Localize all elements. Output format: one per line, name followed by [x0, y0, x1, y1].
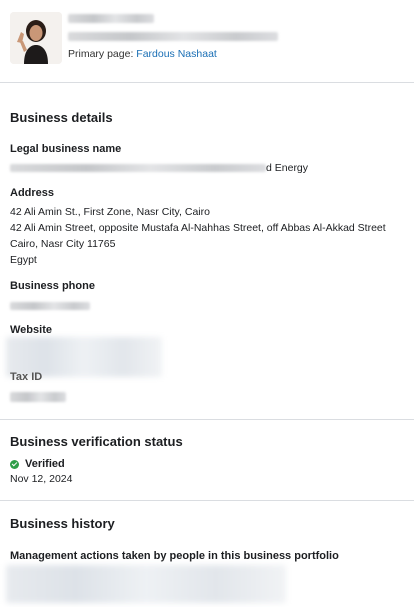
verification-heading: Business verification status	[10, 434, 183, 449]
redacted-tax-id	[10, 392, 66, 402]
legal-name-tail: d Energy	[266, 162, 309, 174]
history-heading: Business history	[10, 516, 115, 531]
address-line-3: Cairo, Nasr City 11765	[10, 238, 116, 250]
business-phone-label: Business phone	[10, 280, 95, 292]
business-details-heading: Business details	[10, 110, 113, 125]
address-line-2: 42 Ali Amin Street, opposite Mustafa Al-…	[10, 222, 386, 234]
website-label: Website	[10, 324, 52, 336]
avatar	[10, 12, 62, 64]
divider	[0, 82, 414, 83]
tax-id-label: Tax ID	[10, 371, 43, 383]
redacted-history-list	[6, 565, 286, 603]
redacted-phone	[10, 302, 90, 310]
address-line-4: Egypt	[10, 254, 37, 266]
redacted-business-name	[68, 14, 154, 23]
verification-date: Nov 12, 2024	[10, 473, 73, 485]
primary-page-link[interactable]: Fardous Nashaat	[136, 48, 217, 60]
divider	[0, 500, 414, 501]
verification-status-text: Verified	[25, 458, 65, 470]
address-label: Address	[10, 187, 55, 199]
history-subheading: Management actions taken by people in th…	[10, 550, 339, 562]
address-line-1: 42 Ali Amin St., First Zone, Nasr City, …	[10, 206, 210, 218]
primary-page-label: Primary page:	[68, 48, 134, 60]
redacted-business-id	[68, 32, 278, 41]
verification-status: Verified	[10, 458, 65, 470]
divider	[0, 419, 414, 420]
check-circle-icon	[10, 459, 19, 469]
legal-name-label: Legal business name	[10, 143, 122, 155]
business-header: Primary page: Fardous Nashaat	[0, 0, 414, 82]
primary-page-row: Primary page: Fardous Nashaat	[68, 48, 217, 60]
redacted-legal-name	[10, 164, 266, 172]
